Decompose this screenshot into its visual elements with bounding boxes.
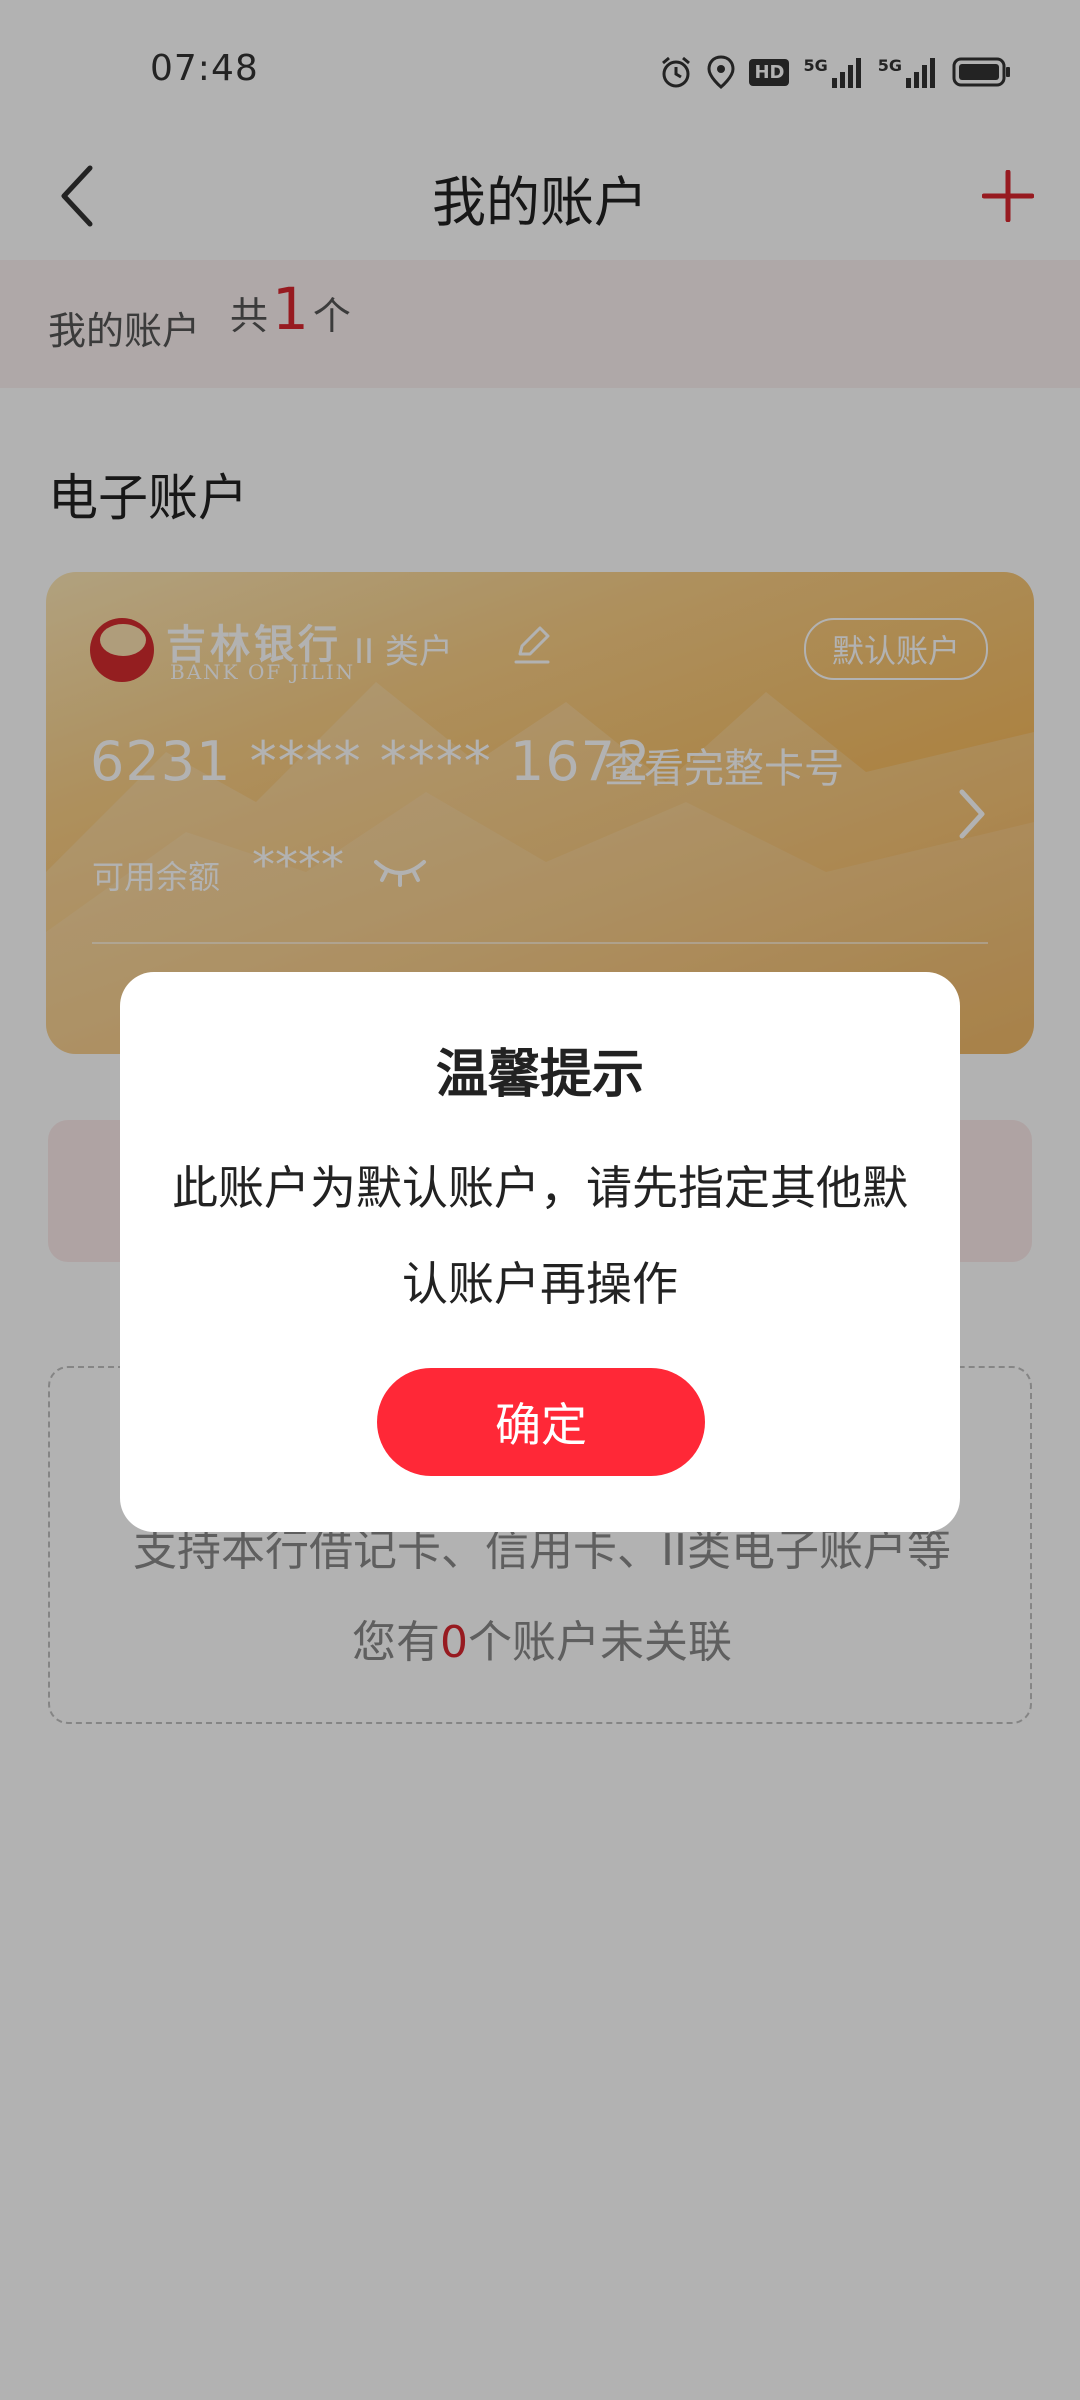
dialog-title: 温馨提示 [435,1045,644,1105]
warm-tip-dialog: 温馨提示 此账户为默认账户，请先指定其他默认账户再操作 确定 [120,972,960,1532]
confirm-button[interactable]: 确定 [377,1368,705,1476]
dialog-message: 此账户为默认账户，请先指定其他默认账户再操作 [172,1161,908,1311]
